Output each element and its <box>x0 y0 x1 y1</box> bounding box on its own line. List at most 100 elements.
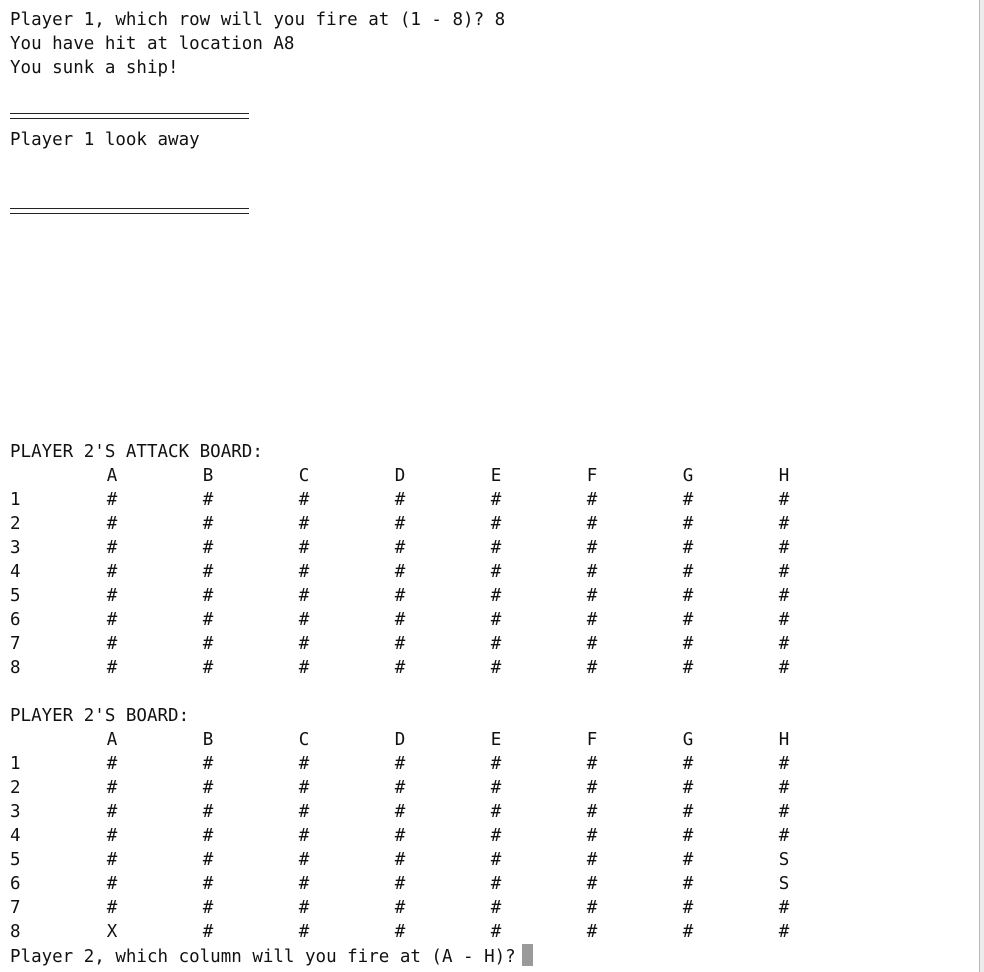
log-line-row-prompt: Player 1, which row will you fire at (1 … <box>10 10 506 30</box>
text-cursor <box>521 944 533 966</box>
board-cell: # <box>778 562 790 582</box>
board-cell: # <box>298 850 310 870</box>
row-label: 6 <box>10 874 21 894</box>
board-cell: # <box>106 754 118 774</box>
board-cell: # <box>778 610 790 630</box>
board-cell: # <box>586 754 598 774</box>
board-cell: # <box>394 586 406 606</box>
board-cell: # <box>298 802 310 822</box>
board-cell: # <box>106 898 118 918</box>
row-label: 7 <box>10 634 21 654</box>
board-cell: # <box>682 850 694 870</box>
board-cell: # <box>106 802 118 822</box>
row-label: 5 <box>10 586 21 606</box>
board-cell: # <box>394 898 406 918</box>
board-cell: # <box>682 538 694 558</box>
board-cell: # <box>490 802 502 822</box>
board-cell: # <box>106 586 118 606</box>
column-header: C <box>298 730 310 750</box>
log-line-sunk-ship: You sunk a ship! <box>10 58 179 78</box>
board-cell: # <box>202 658 214 678</box>
board-cell: # <box>778 778 790 798</box>
column-header: F <box>586 466 598 486</box>
board-cell: # <box>202 538 214 558</box>
row-label: 1 <box>10 754 21 774</box>
board-cell: # <box>394 538 406 558</box>
board-cell: # <box>682 778 694 798</box>
board-cell: # <box>202 634 214 654</box>
own-board-title: PLAYER 2'S BOARD: <box>10 706 190 726</box>
board-cell: # <box>778 826 790 846</box>
board-cell: # <box>106 490 118 510</box>
board-cell: # <box>202 514 214 534</box>
board-cell: # <box>586 634 598 654</box>
board-cell: # <box>394 610 406 630</box>
attack-board-title: PLAYER 2'S ATTACK BOARD: <box>10 442 263 462</box>
board-cell: # <box>586 562 598 582</box>
board-cell: # <box>298 490 310 510</box>
row-label: 8 <box>10 658 21 678</box>
board-cell: # <box>202 898 214 918</box>
column-header: H <box>778 466 790 486</box>
column-header: D <box>394 466 406 486</box>
board-cell: # <box>490 826 502 846</box>
terminal-window[interactable]: Player 1, which row will you fire at (1 … <box>0 0 980 972</box>
board-cell: # <box>298 634 310 654</box>
board-cell: # <box>682 586 694 606</box>
board-cell: # <box>298 538 310 558</box>
board-cell: # <box>106 514 118 534</box>
row-label: 7 <box>10 898 21 918</box>
column-header: C <box>298 466 310 486</box>
board-cell: # <box>682 514 694 534</box>
board-cell: # <box>202 802 214 822</box>
board-cell: # <box>298 922 310 942</box>
row-label: 1 <box>10 490 21 510</box>
row-label: 4 <box>10 826 21 846</box>
board-cell: # <box>682 754 694 774</box>
row-label: 8 <box>10 922 21 942</box>
board-cell: # <box>298 658 310 678</box>
board-cell: # <box>298 778 310 798</box>
board-cell: # <box>682 898 694 918</box>
board-cell: # <box>298 898 310 918</box>
board-cell: # <box>202 874 214 894</box>
row-label: 5 <box>10 850 21 870</box>
board-cell: # <box>490 778 502 798</box>
board-cell: # <box>778 586 790 606</box>
board-cell: # <box>202 562 214 582</box>
board-cell: # <box>682 634 694 654</box>
input-prompt-line[interactable]: Player 2, which column will you fire at … <box>10 944 533 968</box>
board-cell: # <box>586 826 598 846</box>
board-cell: # <box>394 874 406 894</box>
board-cell: # <box>490 922 502 942</box>
column-header: B <box>202 466 214 486</box>
board-cell: # <box>778 754 790 774</box>
board-cell: # <box>490 874 502 894</box>
board-cell: # <box>202 610 214 630</box>
board-cell: # <box>394 850 406 870</box>
column-header: A <box>106 466 118 486</box>
board-cell: # <box>586 802 598 822</box>
board-cell: # <box>394 778 406 798</box>
board-cell: # <box>298 586 310 606</box>
board-cell: # <box>682 874 694 894</box>
board-cell: # <box>394 562 406 582</box>
board-cell: # <box>490 514 502 534</box>
board-cell: # <box>682 802 694 822</box>
column-header: B <box>202 730 214 750</box>
board-cell: # <box>778 802 790 822</box>
column-header: F <box>586 730 598 750</box>
board-cell: # <box>202 778 214 798</box>
board-cell: # <box>394 490 406 510</box>
board-cell: # <box>778 634 790 654</box>
board-cell: # <box>298 754 310 774</box>
row-label: 6 <box>10 610 21 630</box>
board-cell: # <box>682 658 694 678</box>
board-cell: # <box>490 634 502 654</box>
board-cell: # <box>490 610 502 630</box>
column-header: D <box>394 730 406 750</box>
column-header: A <box>106 730 118 750</box>
board-cell: # <box>586 850 598 870</box>
column-header: H <box>778 730 790 750</box>
row-label: 4 <box>10 562 21 582</box>
